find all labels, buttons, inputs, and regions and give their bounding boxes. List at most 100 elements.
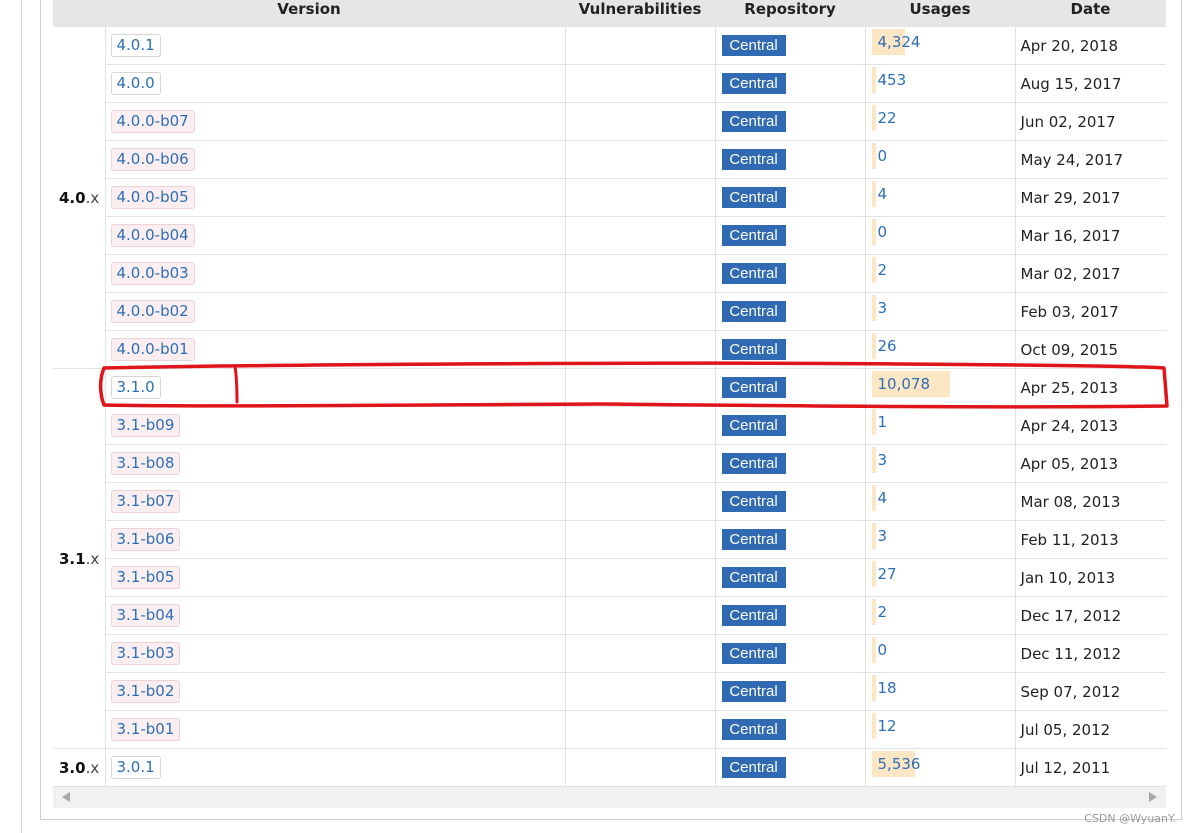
usages-link[interactable]: 3 [878,451,888,469]
version-link[interactable]: 4.0.0-b02 [110,300,195,323]
usages-cell: 22 [865,102,1016,141]
date-cell: Feb 03, 2017 [1015,292,1167,331]
usages-cell: 0 [865,140,1016,179]
repository-badge[interactable]: Central [721,35,786,56]
repository-badge[interactable]: Central [721,681,786,702]
repository-badge[interactable]: Central [721,567,786,588]
repository-badge[interactable]: Central [721,529,786,550]
vulnerabilities-cell [565,558,716,597]
repository-badge[interactable]: Central [721,415,786,436]
usages-link[interactable]: 2 [878,261,888,279]
date-cell: Apr 05, 2013 [1015,444,1167,483]
repository-badge[interactable]: Central [721,757,786,778]
usages-link[interactable]: 4 [878,489,888,507]
horizontal-scrollbar[interactable] [53,787,1166,808]
vulnerabilities-cell [565,140,716,179]
version-link[interactable]: 4.0.0-b01 [110,338,195,361]
version-link[interactable]: 3.0.1 [110,756,161,779]
repository-badge[interactable]: Central [721,149,786,170]
usage-bar [871,637,876,663]
repository-badge[interactable]: Central [721,225,786,246]
usage-bar [871,219,876,245]
header-usages[interactable]: Usages [865,0,1016,27]
repository-badge[interactable]: Central [721,111,786,132]
repository-badge[interactable]: Central [721,643,786,664]
version-link[interactable]: 3.1-b02 [110,680,181,703]
usages-link[interactable]: 1 [878,413,888,431]
repository-badge[interactable]: Central [721,339,786,360]
repository-cell: Central [715,482,866,521]
versions-table-container: Version Vulnerabilities Repository Usage… [53,0,1167,787]
usages-link[interactable]: 453 [878,71,907,89]
scroll-right-arrow-icon[interactable] [1149,792,1157,802]
header-date[interactable]: Date [1015,0,1167,27]
version-cell: 4.0.0-b02 [105,292,566,331]
usages-link[interactable]: 26 [878,337,897,355]
version-link[interactable]: 3.1.0 [110,376,161,399]
repository-badge[interactable]: Central [721,719,786,740]
version-link[interactable]: 4.0.0-b03 [110,262,195,285]
usages-link[interactable]: 4 [878,185,888,203]
version-link[interactable]: 3.1-b03 [110,642,181,665]
version-link[interactable]: 3.1-b09 [110,414,181,437]
table-row: 4.0.0-b03 Central 2 Mar 02, 2017 [53,254,1167,293]
usages-cell: 4 [865,178,1016,217]
usages-link[interactable]: 4,324 [878,33,921,51]
version-link[interactable]: 4.0.0-b06 [110,148,195,171]
version-link[interactable]: 3.1-b07 [110,490,181,513]
usage-bar [871,295,876,321]
usages-link[interactable]: 18 [878,679,897,697]
usage-bar [871,561,876,587]
header-version[interactable]: Version [53,0,566,27]
repository-badge[interactable]: Central [721,187,786,208]
repository-cell: Central [715,368,866,407]
usages-link[interactable]: 0 [878,147,888,165]
usage-bar [871,599,876,625]
usages-cell: 3 [865,292,1016,331]
usages-link[interactable]: 10,078 [878,375,931,393]
usages-link[interactable]: 0 [878,641,888,659]
date-cell: Jul 12, 2011 [1015,748,1167,787]
repository-badge[interactable]: Central [721,73,786,94]
repository-badge[interactable]: Central [721,377,786,398]
usages-link[interactable]: 27 [878,565,897,583]
version-cell: 3.1-b06 [105,520,566,559]
usages-link[interactable]: 2 [878,603,888,621]
usage-bar [871,447,876,473]
repository-badge[interactable]: Central [721,491,786,512]
date-cell: Mar 16, 2017 [1015,216,1167,255]
scroll-left-arrow-icon[interactable] [62,792,70,802]
header-vulnerabilities[interactable]: Vulnerabilities [565,0,716,27]
usages-link[interactable]: 22 [878,109,897,127]
version-link[interactable]: 3.1-b05 [110,566,181,589]
version-link[interactable]: 4.0.0-b05 [110,186,195,209]
usages-link[interactable]: 12 [878,717,897,735]
version-link[interactable]: 3.1-b01 [110,718,181,741]
version-cell: 3.1-b04 [105,596,566,635]
version-cell: 3.0.1 [105,748,566,787]
repository-badge[interactable]: Central [721,453,786,474]
version-link[interactable]: 4.0.0-b07 [110,110,195,133]
usages-link[interactable]: 3 [878,299,888,317]
version-link[interactable]: 4.0.0-b04 [110,224,195,247]
usages-link[interactable]: 5,536 [878,755,921,773]
version-link[interactable]: 4.0.0 [110,72,161,95]
repository-badge[interactable]: Central [721,605,786,626]
version-link[interactable]: 4.0.1 [110,34,161,57]
version-link[interactable]: 3.1-b06 [110,528,181,551]
usages-cell: 3 [865,444,1016,483]
repository-badge[interactable]: Central [721,263,786,284]
vulnerabilities-cell [565,748,716,787]
usages-link[interactable]: 3 [878,527,888,545]
usages-link[interactable]: 0 [878,223,888,241]
vulnerabilities-cell [565,27,716,65]
vulnerabilities-cell [565,102,716,141]
version-cell: 4.0.0-b01 [105,330,566,369]
version-link[interactable]: 3.1-b04 [110,604,181,627]
repository-badge[interactable]: Central [721,301,786,322]
repository-cell: Central [715,710,866,749]
repository-cell: Central [715,102,866,141]
header-repository[interactable]: Repository [715,0,866,27]
usage-bar [871,257,876,283]
version-link[interactable]: 3.1-b08 [110,452,181,475]
